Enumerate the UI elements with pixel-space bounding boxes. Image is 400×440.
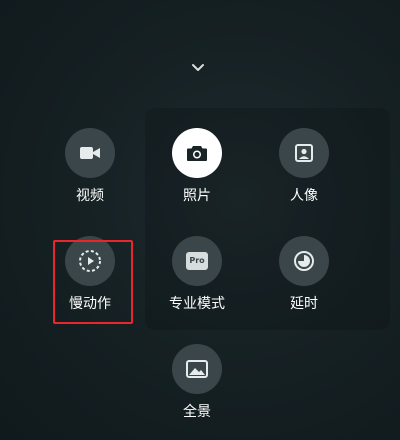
- mode-video-button[interactable]: [65, 128, 115, 178]
- mode-timelapse-button[interactable]: [279, 236, 329, 286]
- camera-icon: [187, 146, 207, 161]
- chevron-down-icon[interactable]: [190, 62, 206, 74]
- mode-photo[interactable]: 照片: [147, 128, 247, 204]
- mode-photo-button[interactable]: [172, 128, 222, 178]
- timelapse-icon: [294, 251, 314, 271]
- mode-label: 延时: [290, 296, 318, 312]
- mode-timelapse[interactable]: 延时: [254, 236, 354, 312]
- mode-slow-motion[interactable]: 慢动作: [40, 236, 140, 312]
- mode-portrait[interactable]: 人像: [254, 128, 354, 204]
- pro-icon: Pro: [186, 252, 208, 270]
- mode-label: 全景: [183, 404, 211, 420]
- mode-portrait-button[interactable]: [279, 128, 329, 178]
- portrait-icon: [295, 144, 313, 162]
- mode-label: 人像: [290, 188, 318, 204]
- slow-motion-icon: [79, 250, 101, 272]
- panorama-icon: [186, 360, 208, 378]
- mode-label: 照片: [183, 188, 211, 204]
- mode-pro-button[interactable]: Pro: [172, 236, 222, 286]
- camera-modes-screen: 视频 照片 人像 慢动作 Pro 专业模式 延时 全景: [0, 0, 400, 440]
- mode-video[interactable]: 视频: [40, 128, 140, 204]
- mode-label: 视频: [76, 188, 104, 204]
- mode-label: 慢动作: [69, 296, 111, 312]
- mode-slow-motion-button[interactable]: [65, 236, 115, 286]
- mode-pro[interactable]: Pro 专业模式: [147, 236, 247, 312]
- mode-panorama-button[interactable]: [172, 344, 222, 394]
- mode-label: 专业模式: [169, 296, 225, 312]
- mode-panorama[interactable]: 全景: [147, 344, 247, 420]
- video-camera-icon: [80, 147, 100, 159]
